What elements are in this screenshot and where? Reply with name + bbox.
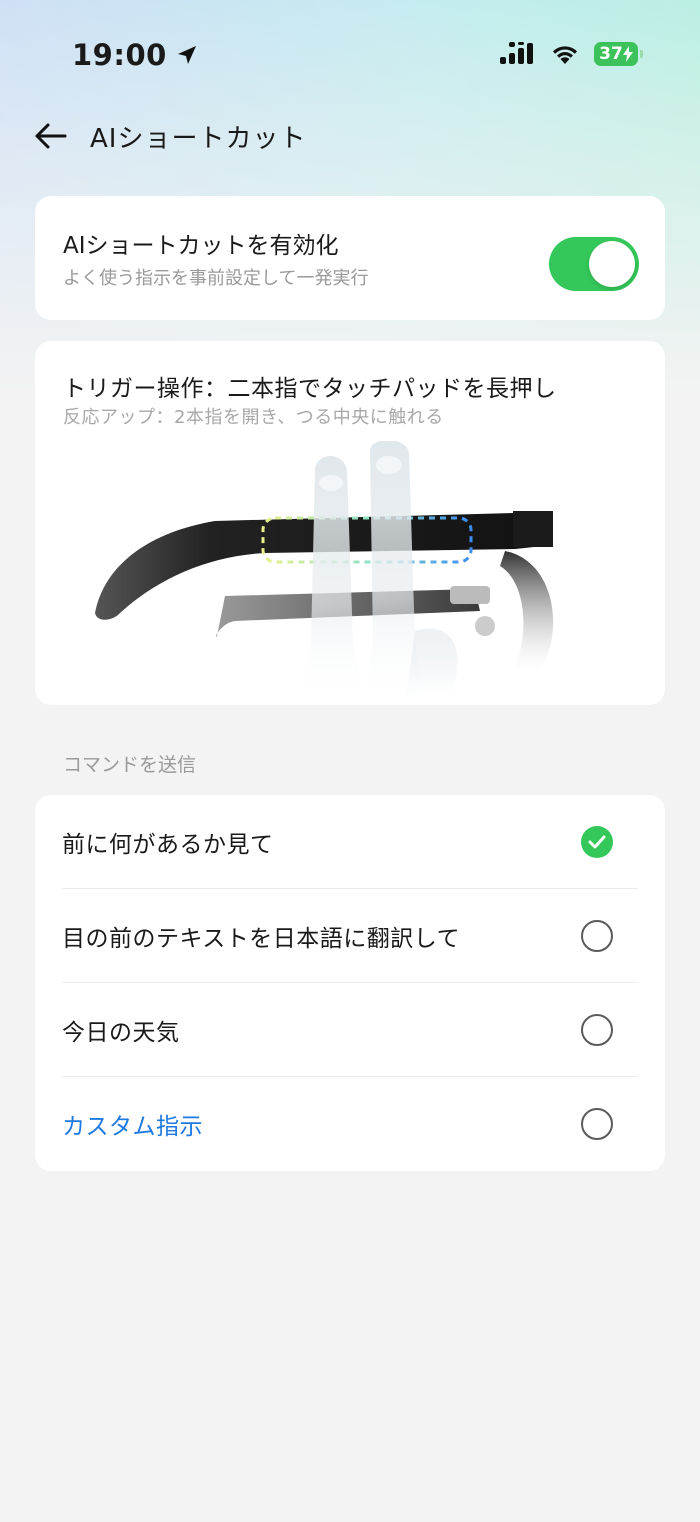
command-option-translate[interactable]: 目の前のテキストを日本語に翻訳して	[62, 889, 638, 983]
enable-shortcut-title: AIショートカットを有効化	[63, 233, 339, 259]
battery-indicator: 37	[594, 42, 643, 66]
unchecked-radio-icon[interactable]	[581, 1108, 613, 1140]
cellular-signal-icon	[500, 42, 533, 64]
command-label: 今日の天気	[62, 1019, 180, 1046]
command-list-card: 前に何があるか見て 目の前のテキストを日本語に翻訳して 今日の天気 カスタム指示	[35, 795, 665, 1171]
unchecked-radio-icon[interactable]	[581, 1013, 613, 1046]
command-option-look-ahead[interactable]: 前に何があるか見て	[62, 795, 638, 889]
trigger-subtitle: 反応アップ：2本指を開き、つる中央に触れる	[63, 407, 444, 428]
page-header: AIショートカット	[30, 112, 306, 160]
commands-section-label: コマンドを送信	[63, 754, 197, 776]
back-arrow-icon	[35, 123, 67, 149]
trigger-gesture-card: トリガー操作：二本指でタッチパッドを長押し 反応アップ：2本指を開き、つる中央に…	[35, 341, 665, 705]
back-button[interactable]	[30, 112, 70, 160]
enable-shortcut-subtitle: よく使う指示を事前設定して一発実行	[63, 268, 369, 289]
location-arrow-icon	[177, 46, 196, 64]
trigger-title: トリガー操作：二本指でタッチパッドを長押し	[63, 376, 557, 402]
battery-level: 37	[599, 44, 623, 64]
command-label: 前に何があるか見て	[62, 831, 274, 858]
command-option-custom[interactable]: カスタム指示	[62, 1077, 638, 1171]
unchecked-radio-icon[interactable]	[581, 919, 613, 952]
charging-bolt-icon	[622, 46, 633, 62]
command-label: 目の前のテキストを日本語に翻訳して	[62, 925, 461, 952]
status-time-text: 19:00	[72, 38, 167, 72]
glasses-touch-illustration	[95, 441, 554, 705]
enable-shortcut-toggle[interactable]	[549, 237, 639, 291]
page-title: AIショートカット	[90, 123, 307, 154]
toggle-knob	[589, 241, 635, 287]
status-time: 19:00	[72, 38, 199, 72]
wifi-icon	[553, 46, 577, 64]
enable-shortcut-card: AIショートカットを有効化 よく使う指示を事前設定して一発実行	[35, 196, 665, 320]
status-indicators: 37	[500, 42, 643, 66]
checked-radio-icon[interactable]	[581, 825, 613, 858]
command-option-weather[interactable]: 今日の天気	[62, 983, 638, 1077]
checkmark-icon	[588, 835, 606, 848]
custom-command-link[interactable]: カスタム指示	[62, 1107, 203, 1141]
